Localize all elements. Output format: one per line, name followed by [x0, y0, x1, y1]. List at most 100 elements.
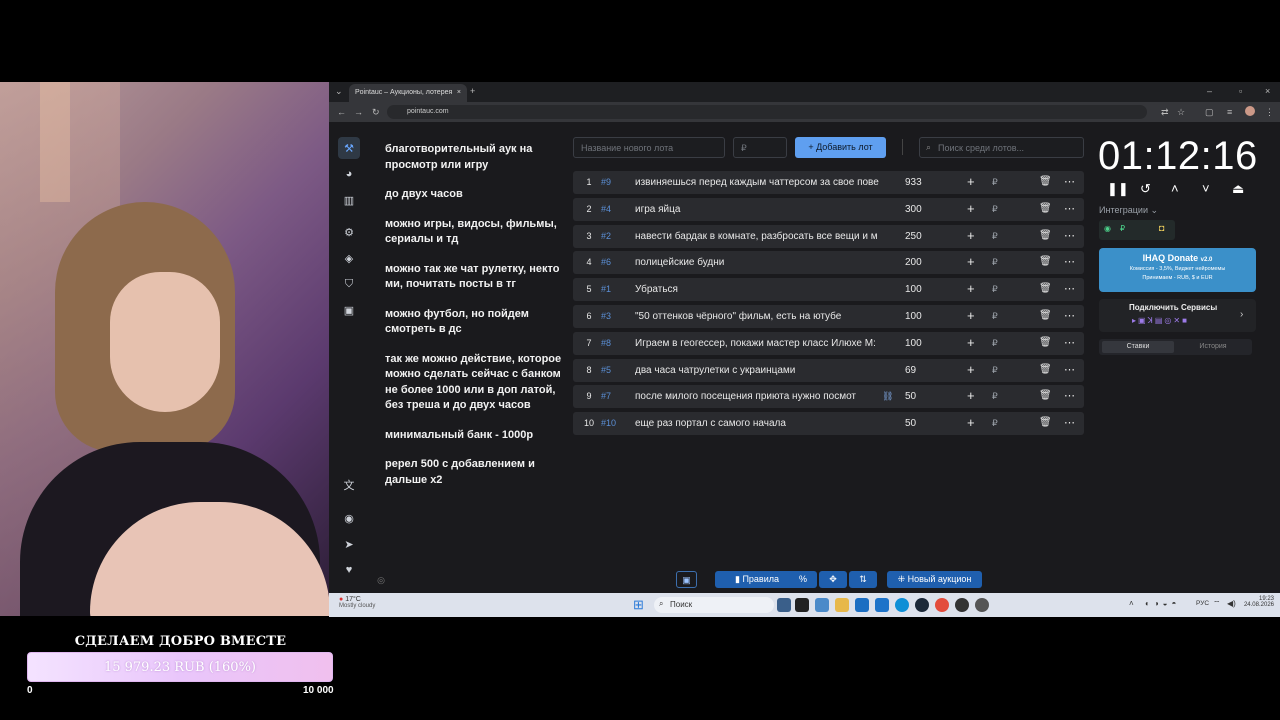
stats-icon[interactable]: ▥	[338, 189, 360, 211]
lot-amount[interactable]: 100	[905, 338, 922, 349]
add-amount-icon[interactable]: +	[967, 335, 975, 350]
lot-name[interactable]: извиняешься перед каждым чаттерсом за св…	[635, 177, 893, 188]
lot-name[interactable]: игра яйца	[635, 204, 893, 215]
weather-widget[interactable]: ● 17°C Mostly cloudy	[339, 596, 375, 609]
lot-row[interactable]: 7 #8 Играем в геогессер, покажи мастер кла…	[573, 331, 1084, 355]
link-icon[interactable]: ⛓	[882, 391, 893, 402]
lot-search-input[interactable]: ⌕ Поиск среди лотов...	[919, 137, 1084, 158]
browser-tab[interactable]: Pointauc – Аукционы, лотерея ×	[349, 84, 467, 102]
trash-icon[interactable]: 🗑	[1039, 256, 1052, 267]
shield-icon[interactable]: ⛉	[338, 273, 360, 295]
trash-icon[interactable]: 🗑	[1039, 176, 1052, 187]
tab-bets[interactable]: Ставки	[1102, 341, 1174, 353]
split-button[interactable]: ✥	[819, 571, 847, 588]
trash-icon[interactable]: 🗑	[1039, 283, 1052, 294]
trash-icon[interactable]: 🗑	[1039, 364, 1052, 375]
trash-icon[interactable]: 🗑	[1039, 203, 1052, 214]
add-amount-icon[interactable]: +	[967, 281, 975, 296]
rules-button[interactable]: ▮ Правила	[715, 571, 799, 588]
lot-name[interactable]: после милого посещения приюта нужно посм…	[635, 391, 869, 402]
maximize-icon[interactable]: ▫	[1239, 86, 1242, 96]
lot-amount[interactable]: 200	[905, 257, 922, 268]
lot-row[interactable]: 8 #5 два часа чатрулетки с украинцами 69 + ₽ 🗑…	[573, 358, 1084, 382]
lot-name[interactable]: полицейские будни	[635, 257, 893, 268]
edge-icon[interactable]	[895, 598, 909, 612]
close-window-icon[interactable]: ×	[1265, 86, 1270, 96]
add-amount-icon[interactable]: +	[967, 201, 975, 216]
more-options-icon[interactable]: ⋯	[1064, 255, 1075, 268]
lot-name[interactable]: навести бардак в комнате, разбросать все…	[635, 231, 893, 242]
integrations-status[interactable]: ◉ ₽ ◘	[1099, 220, 1175, 240]
store-icon[interactable]	[855, 598, 869, 612]
tray-chevron-icon[interactable]: ˄	[1129, 599, 1134, 608]
add-amount-icon[interactable]: +	[967, 415, 975, 430]
layers-icon[interactable]: ◈	[338, 247, 360, 269]
add-lot-button[interactable]: + Добавить лот	[795, 137, 886, 158]
app-icon[interactable]	[815, 598, 829, 612]
trash-icon[interactable]: 🗑	[1039, 310, 1052, 321]
pause-icon[interactable]: ❚❚	[1107, 181, 1129, 197]
trash-icon[interactable]: 🗑	[1039, 230, 1052, 241]
new-tab-icon[interactable]: +	[470, 86, 475, 96]
github-icon[interactable]: ◉	[338, 507, 360, 529]
more-options-icon[interactable]: ⋯	[1064, 363, 1075, 376]
lot-name-input[interactable]: Название нового лота	[573, 137, 725, 158]
more-options-icon[interactable]: ⋯	[1064, 309, 1075, 322]
widgets-icon[interactable]	[795, 598, 809, 612]
settings-gear-icon[interactable]: ⚙	[338, 221, 360, 243]
lot-row[interactable]: 10 #10 еще раз портал с самого начала 50 + ₽ 🗑…	[573, 412, 1084, 436]
lot-name[interactable]: еще раз портал с самого начала	[635, 418, 893, 429]
save-icon[interactable]: ▣	[676, 571, 697, 588]
lot-name[interactable]: "50 оттенков чёрного" фильм, есть на юту…	[635, 311, 893, 322]
menu-kebab-icon[interactable]: ⋮	[1265, 107, 1274, 118]
visibility-eye-icon[interactable]: ◎	[373, 572, 389, 588]
lot-amount-input[interactable]: ₽	[733, 137, 787, 158]
lot-row[interactable]: 3 #2 навести бардак в комнате, разбросать …	[573, 224, 1084, 248]
sort-button[interactable]: ⇅	[849, 571, 877, 588]
wheel-icon[interactable]: ◕	[338, 163, 360, 185]
lot-amount[interactable]: 933	[905, 177, 922, 188]
connect-services[interactable]: Подключить Сервисы ▸▣ꓘ▤◎✕■ ›	[1099, 299, 1256, 332]
lot-amount[interactable]: 100	[905, 284, 922, 295]
add-amount-icon[interactable]: +	[967, 362, 975, 377]
chevron-up-icon[interactable]: ˄	[1171, 181, 1179, 196]
extensions-icon[interactable]: ▢	[1205, 107, 1214, 118]
back-icon[interactable]: ←	[337, 107, 346, 117]
more-options-icon[interactable]: ⋯	[1064, 336, 1075, 349]
forward-icon[interactable]: →	[354, 107, 363, 117]
translate-icon[interactable]: ⇄	[1161, 107, 1169, 118]
obs-icon[interactable]	[955, 598, 969, 612]
add-amount-icon[interactable]: +	[967, 388, 975, 403]
eject-icon[interactable]: ⏏	[1232, 181, 1244, 197]
add-amount-icon[interactable]: +	[967, 174, 975, 189]
lot-amount[interactable]: 100	[905, 311, 922, 322]
reading-list-icon[interactable]: ≡	[1227, 107, 1232, 117]
trash-icon[interactable]: 🗑	[1039, 337, 1052, 348]
lot-amount[interactable]: 50	[905, 391, 916, 402]
trash-icon[interactable]: 🗑	[1039, 390, 1052, 401]
outlook-icon[interactable]	[875, 598, 889, 612]
ihaq-donate-banner[interactable]: IHAQ Donate v2.0 Комиссия - 3,5%, Виджет…	[1099, 248, 1256, 292]
lot-row[interactable]: 4 #6 полицейские будни 200 + ₽ 🗑 ⋯	[573, 251, 1084, 275]
new-auction-button[interactable]: ⁜ Новый аукцион	[887, 571, 982, 588]
restart-icon[interactable]: ↺	[1140, 181, 1151, 197]
more-options-icon[interactable]: ⋯	[1064, 389, 1075, 402]
more-options-icon[interactable]: ⋯	[1064, 282, 1075, 295]
lot-row[interactable]: 5 #1 Убраться 100 + ₽ 🗑 ⋯	[573, 278, 1084, 302]
file-explorer-icon[interactable]	[835, 598, 849, 612]
tab-list-icon[interactable]: ⌄	[335, 86, 343, 97]
more-options-icon[interactable]: ⋯	[1064, 229, 1075, 242]
clock[interactable]: 19:23 24.08.2026	[1242, 596, 1274, 608]
lot-row[interactable]: 6 #3 "50 оттенков чёрного" фильм, есть на …	[573, 304, 1084, 328]
app-icon-2[interactable]	[975, 598, 989, 612]
trash-icon[interactable]: 🗑	[1039, 417, 1052, 428]
lot-name[interactable]: Убраться	[635, 284, 893, 295]
chevron-down-icon[interactable]: ˅	[1202, 181, 1210, 196]
steam-icon[interactable]	[915, 598, 929, 612]
language-icon[interactable]: 文	[338, 474, 360, 496]
auction-hammer-icon[interactable]: ⚒	[338, 137, 360, 159]
url-field[interactable]: pointauc.com	[387, 105, 1147, 119]
minimize-icon[interactable]: –	[1207, 86, 1212, 96]
chrome-icon[interactable]	[935, 598, 949, 612]
network-icon[interactable]: ⌔	[1213, 599, 1221, 609]
